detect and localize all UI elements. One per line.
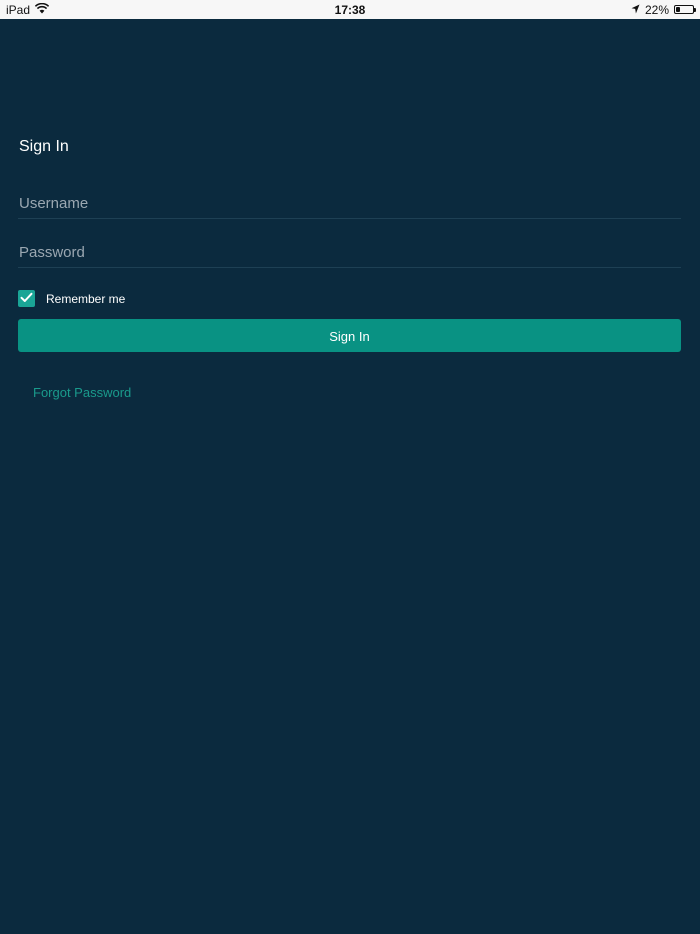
status-left: iPad [6,2,631,17]
location-arrow-icon [631,3,640,17]
checkmark-icon [20,292,33,306]
status-right: 22% [631,2,696,17]
page-title: Sign In [19,138,69,155]
remember-me-checkbox[interactable] [18,290,35,307]
username-input[interactable] [18,189,681,219]
battery-percent: 22% [644,2,669,17]
password-input[interactable] [18,238,681,268]
status-bar: iPad 17:38 22% [0,0,700,19]
battery-fill [676,7,680,12]
remember-me-row[interactable]: Remember me [18,290,125,307]
remember-me-label: Remember me [46,291,126,306]
forgot-password-link[interactable]: Forgot Password [33,385,131,400]
device-label: iPad [6,2,31,17]
battery-icon [674,5,696,14]
wifi-icon [34,2,50,17]
sign-in-button[interactable]: Sign In [18,319,681,352]
